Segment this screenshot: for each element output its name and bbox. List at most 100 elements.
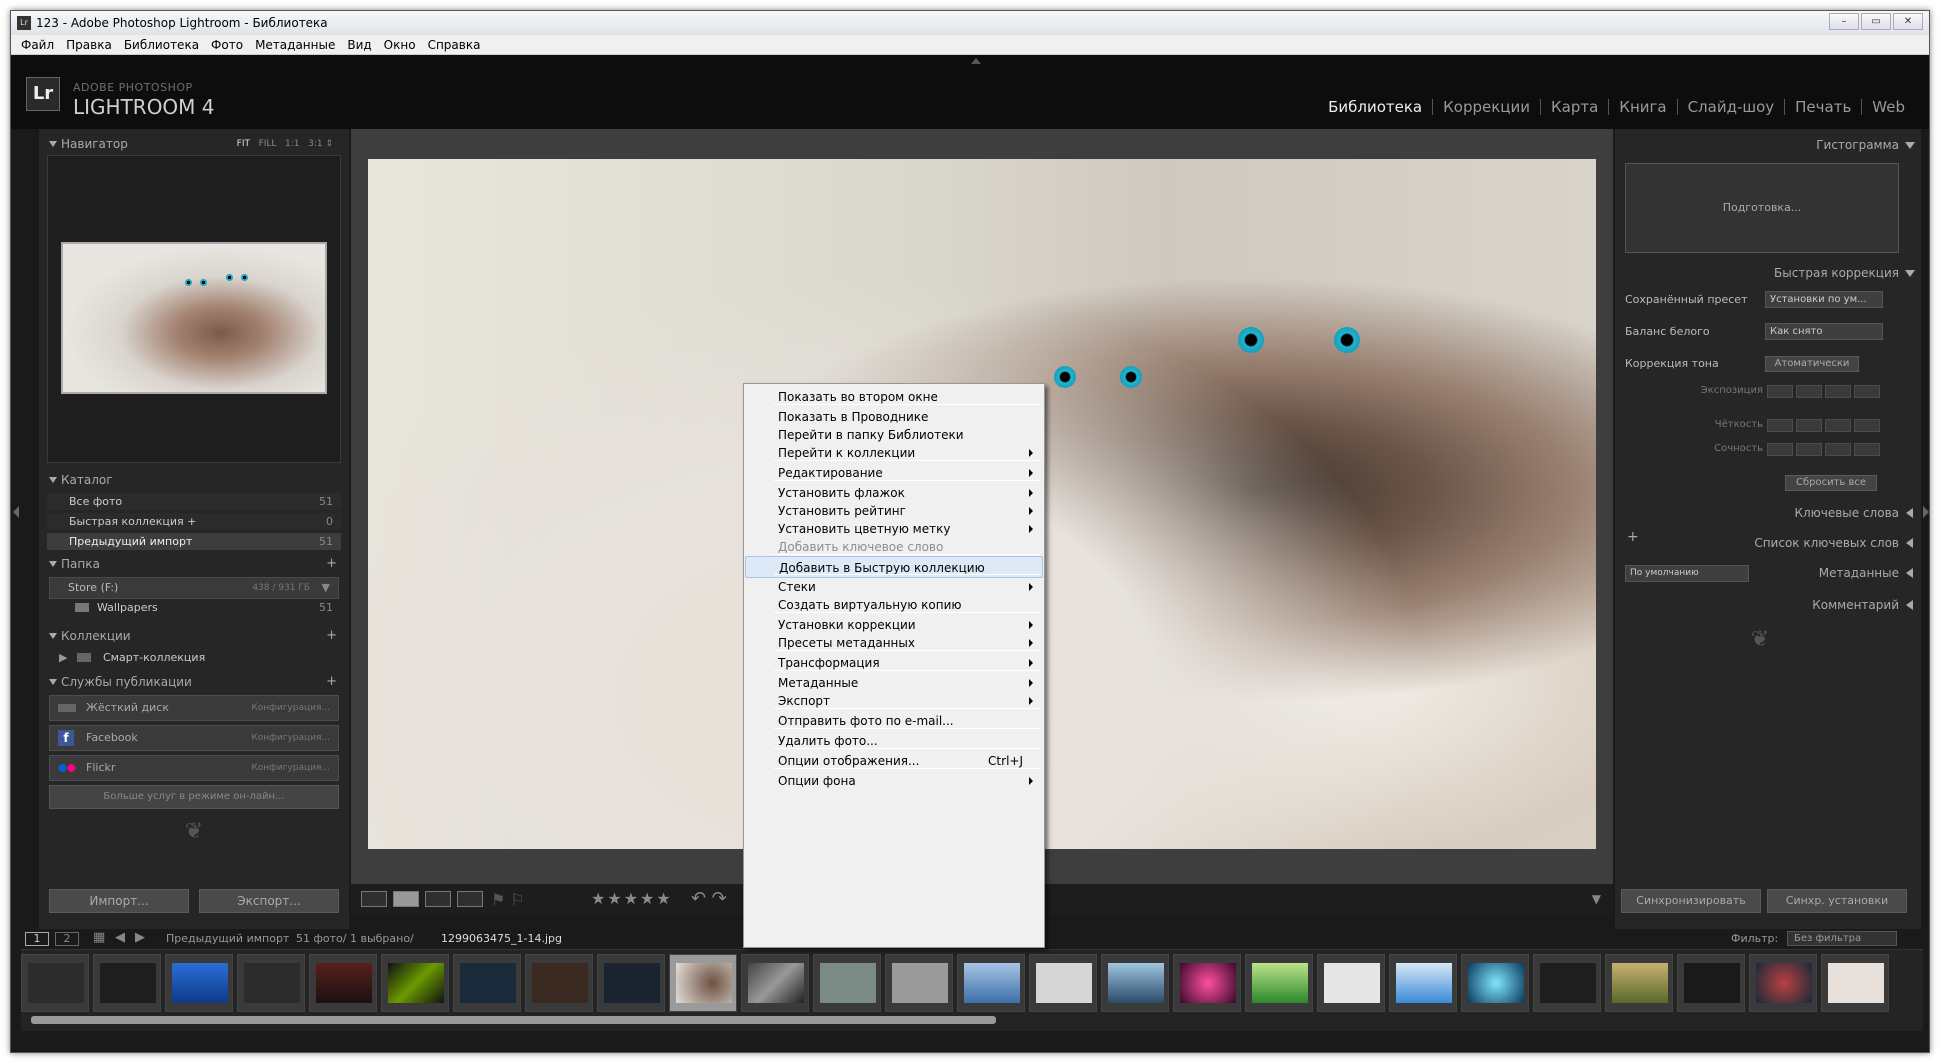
navigator-thumbnail[interactable]	[61, 242, 327, 394]
menu-help[interactable]: Справка	[422, 38, 487, 52]
compare-view-icon[interactable]	[425, 891, 451, 907]
flag-icons[interactable]: ⚑ ⚐	[491, 890, 525, 909]
film-thumb[interactable]	[597, 954, 665, 1012]
film-thumb[interactable]	[1317, 954, 1385, 1012]
context-menu-item[interactable]: Опции фона	[745, 770, 1043, 792]
menu-window[interactable]: Окно	[378, 38, 422, 52]
rotate-icons[interactable]: ↶ ↷	[691, 888, 727, 909]
minimize-button[interactable]: –	[1829, 13, 1859, 30]
film-thumb[interactable]	[1461, 954, 1529, 1012]
menu-library[interactable]: Библиотека	[118, 38, 205, 52]
module-web[interactable]: Web	[1861, 99, 1915, 115]
filter-select[interactable]: Без фильтра	[1787, 931, 1897, 946]
rating-stars[interactable]: ★★★★★	[591, 889, 673, 908]
film-thumb[interactable]	[1029, 954, 1097, 1012]
secondary-window-button[interactable]: 2	[55, 932, 79, 946]
module-develop[interactable]: Коррекции	[1432, 99, 1540, 115]
film-thumb[interactable]	[741, 954, 809, 1012]
auto-tone-button[interactable]: Атоматически	[1765, 356, 1859, 372]
film-thumb[interactable]	[1821, 954, 1889, 1012]
toolbar-menu-chevron-icon[interactable]: ▼	[1592, 892, 1601, 906]
primary-window-button[interactable]: 1	[25, 932, 49, 946]
publish-services-header[interactable]: Службы публикации +	[45, 671, 341, 693]
module-print[interactable]: Печать	[1784, 99, 1861, 115]
current-filename[interactable]: 1299063475_1-14.jpg	[441, 932, 562, 945]
clarity-steppers[interactable]	[1767, 419, 1880, 432]
module-slideshow[interactable]: Слайд-шоу	[1676, 99, 1785, 115]
more-services-button[interactable]: Больше услуг в режиме он-лайн...	[49, 785, 339, 809]
film-thumb[interactable]	[1173, 954, 1241, 1012]
metadata-preset-select[interactable]: По умолчанию	[1625, 565, 1749, 582]
forward-arrow-icon[interactable]: ▶	[135, 930, 145, 945]
vibrance-steppers[interactable]	[1767, 443, 1880, 456]
folder-wallpapers[interactable]: Wallpapers 51	[47, 599, 341, 616]
film-thumb[interactable]	[381, 954, 449, 1012]
add-collection-icon[interactable]: +	[326, 625, 337, 647]
saved-preset-select[interactable]: Установки по ум...	[1765, 291, 1883, 308]
menu-metadata[interactable]: Метаданные	[249, 38, 341, 52]
navigator-preview[interactable]	[47, 155, 341, 463]
maximize-button[interactable]: ▭	[1861, 13, 1891, 30]
navigator-header[interactable]: Навигатор FIT FILL 1:1 3:1 ⇕	[45, 133, 341, 155]
film-thumb[interactable]	[957, 954, 1025, 1012]
film-thumb[interactable]	[21, 954, 89, 1012]
module-library[interactable]: Библиотека	[1318, 99, 1432, 115]
export-button[interactable]: Экспорт...	[199, 889, 339, 913]
film-thumb[interactable]	[1101, 954, 1169, 1012]
film-thumb[interactable]	[885, 954, 953, 1012]
configure-link[interactable]: Конфигурация...	[251, 696, 330, 720]
histogram-header[interactable]: Гистограмма	[1816, 135, 1915, 155]
catalog-header[interactable]: Каталог	[45, 469, 341, 491]
zoom-3-1[interactable]: 3:1	[308, 139, 322, 149]
collections-header[interactable]: Коллекции +	[45, 625, 341, 647]
film-thumb[interactable]	[453, 954, 521, 1012]
sync-button[interactable]: Синхронизировать	[1621, 889, 1761, 913]
back-arrow-icon[interactable]: ◀	[115, 930, 125, 945]
add-folder-icon[interactable]: +	[326, 553, 337, 575]
grid-icon[interactable]: ▦	[93, 930, 105, 945]
grid-view-icon[interactable]	[361, 891, 387, 907]
menu-photo[interactable]: Фото	[205, 38, 249, 52]
reset-all-button[interactable]: Сбросить все	[1785, 475, 1877, 491]
right-panel-toggle-icon[interactable]	[1923, 506, 1929, 518]
add-publish-service-icon[interactable]: +	[326, 671, 337, 693]
film-thumb[interactable]	[237, 954, 305, 1012]
module-map[interactable]: Карта	[1540, 99, 1608, 115]
keyword-list-header[interactable]: Список ключевых слов	[1754, 533, 1913, 553]
catalog-previous-import[interactable]: Предыдущий импорт 51	[47, 533, 341, 550]
survey-view-icon[interactable]	[457, 891, 483, 907]
film-thumb[interactable]	[1677, 954, 1745, 1012]
configure-link[interactable]: Конфигурация...	[251, 756, 330, 780]
film-thumb[interactable]	[1605, 954, 1673, 1012]
film-thumb[interactable]	[1533, 954, 1601, 1012]
menu-edit[interactable]: Правка	[60, 38, 118, 52]
expand-arrow-icon[interactable]: ▶	[59, 649, 67, 666]
comments-header[interactable]: Комментарий	[1812, 595, 1913, 615]
zoom-1-1[interactable]: 1:1	[285, 139, 299, 149]
top-panel-toggle-icon[interactable]	[971, 58, 981, 64]
sync-settings-button[interactable]: Синхр. установки	[1767, 889, 1907, 913]
menu-file[interactable]: Файл	[15, 38, 60, 52]
film-thumb[interactable]	[93, 954, 161, 1012]
film-thumb[interactable]	[1389, 954, 1457, 1012]
drive-row[interactable]: Store (F:) 438 / 931 ГБ ▼	[49, 577, 339, 599]
white-balance-select[interactable]: Как снято	[1765, 323, 1883, 340]
close-button[interactable]: ✕	[1893, 13, 1923, 30]
film-thumb[interactable]	[165, 954, 233, 1012]
smart-collection[interactable]: ▶ Смарт-коллекция	[47, 649, 341, 666]
film-thumb-selected[interactable]	[669, 954, 737, 1012]
drive-collapse-icon[interactable]: ▼	[322, 578, 330, 598]
catalog-quick-collection[interactable]: Быстрая коллекция +0	[47, 513, 341, 530]
left-panel-toggle-icon[interactable]	[13, 506, 19, 518]
module-book[interactable]: Книга	[1608, 99, 1676, 115]
catalog-all-photos[interactable]: Все фото 51	[47, 493, 341, 510]
import-button[interactable]: Импорт...	[49, 889, 189, 913]
exposure-steppers[interactable]	[1767, 385, 1880, 398]
zoom-fill[interactable]: FILL	[259, 139, 277, 149]
film-thumb[interactable]	[525, 954, 593, 1012]
publish-harddrive[interactable]: Жёсткий диск Конфигурация...	[49, 695, 339, 721]
publish-flickr[interactable]: Flickr Конфигурация...	[49, 755, 339, 781]
film-thumb[interactable]	[1245, 954, 1313, 1012]
add-keyword-icon[interactable]: +	[1627, 529, 1639, 545]
filmstrip-scrollbar[interactable]	[31, 1016, 996, 1024]
